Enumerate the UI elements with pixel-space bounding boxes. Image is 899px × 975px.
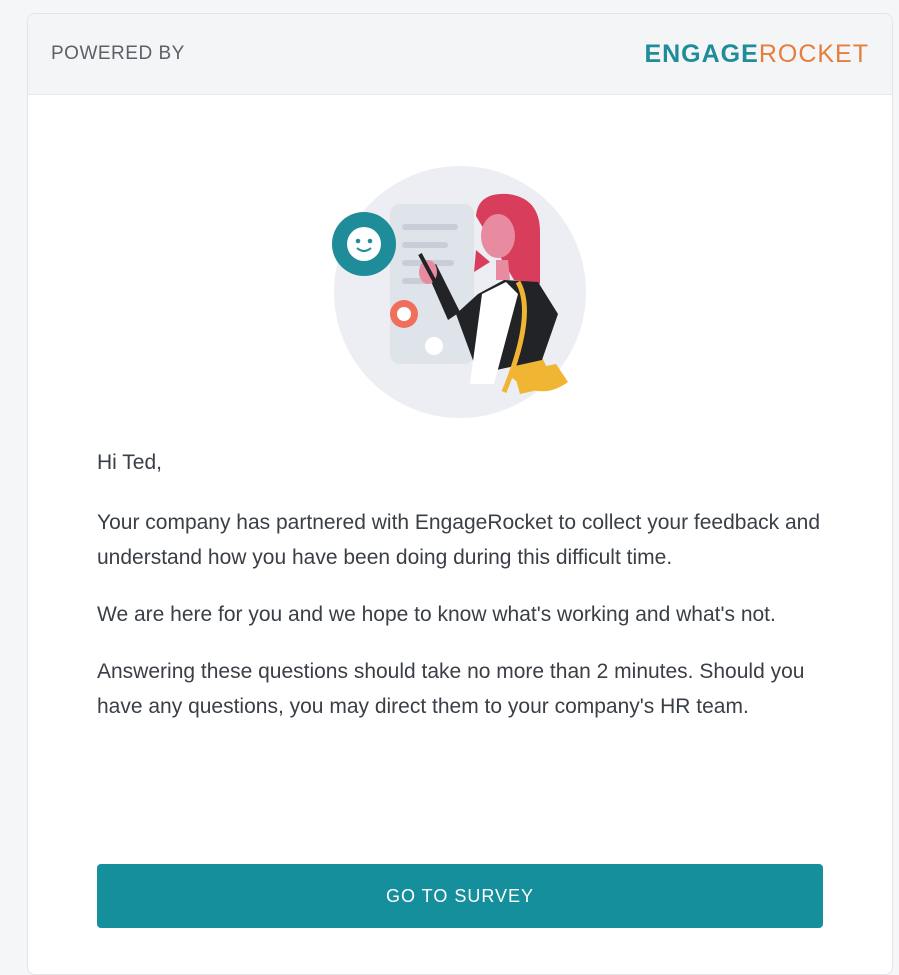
email-card: POWERED BY ENGAGEROCKET Hi Ted, Your com… bbox=[27, 13, 893, 975]
powered-by-label: POWERED BY bbox=[51, 43, 185, 64]
logo-engage-text: ENGAGE bbox=[644, 39, 759, 68]
engagerocket-logo: ENGAGEROCKET bbox=[644, 40, 869, 69]
woman-with-phone-illustration bbox=[332, 166, 586, 418]
body-paragraph-1: Your company has partnered with EngageRo… bbox=[97, 511, 821, 569]
go-to-survey-button[interactable]: GO TO SURVEY bbox=[97, 864, 823, 928]
logo-rocket-text: ROCKET bbox=[758, 39, 869, 68]
greeting-text: Hi Ted, bbox=[97, 451, 162, 474]
smiley-face-icon bbox=[332, 212, 396, 276]
sad-face-icon bbox=[390, 300, 418, 328]
email-header: POWERED BY ENGAGEROCKET bbox=[28, 14, 892, 95]
email-body: Hi Ted, Your company has partnered with … bbox=[97, 451, 837, 746]
body-paragraph-3: Answering these questions should take no… bbox=[97, 660, 805, 718]
body-paragraph-2: We are here for you and we hope to know … bbox=[97, 603, 776, 626]
